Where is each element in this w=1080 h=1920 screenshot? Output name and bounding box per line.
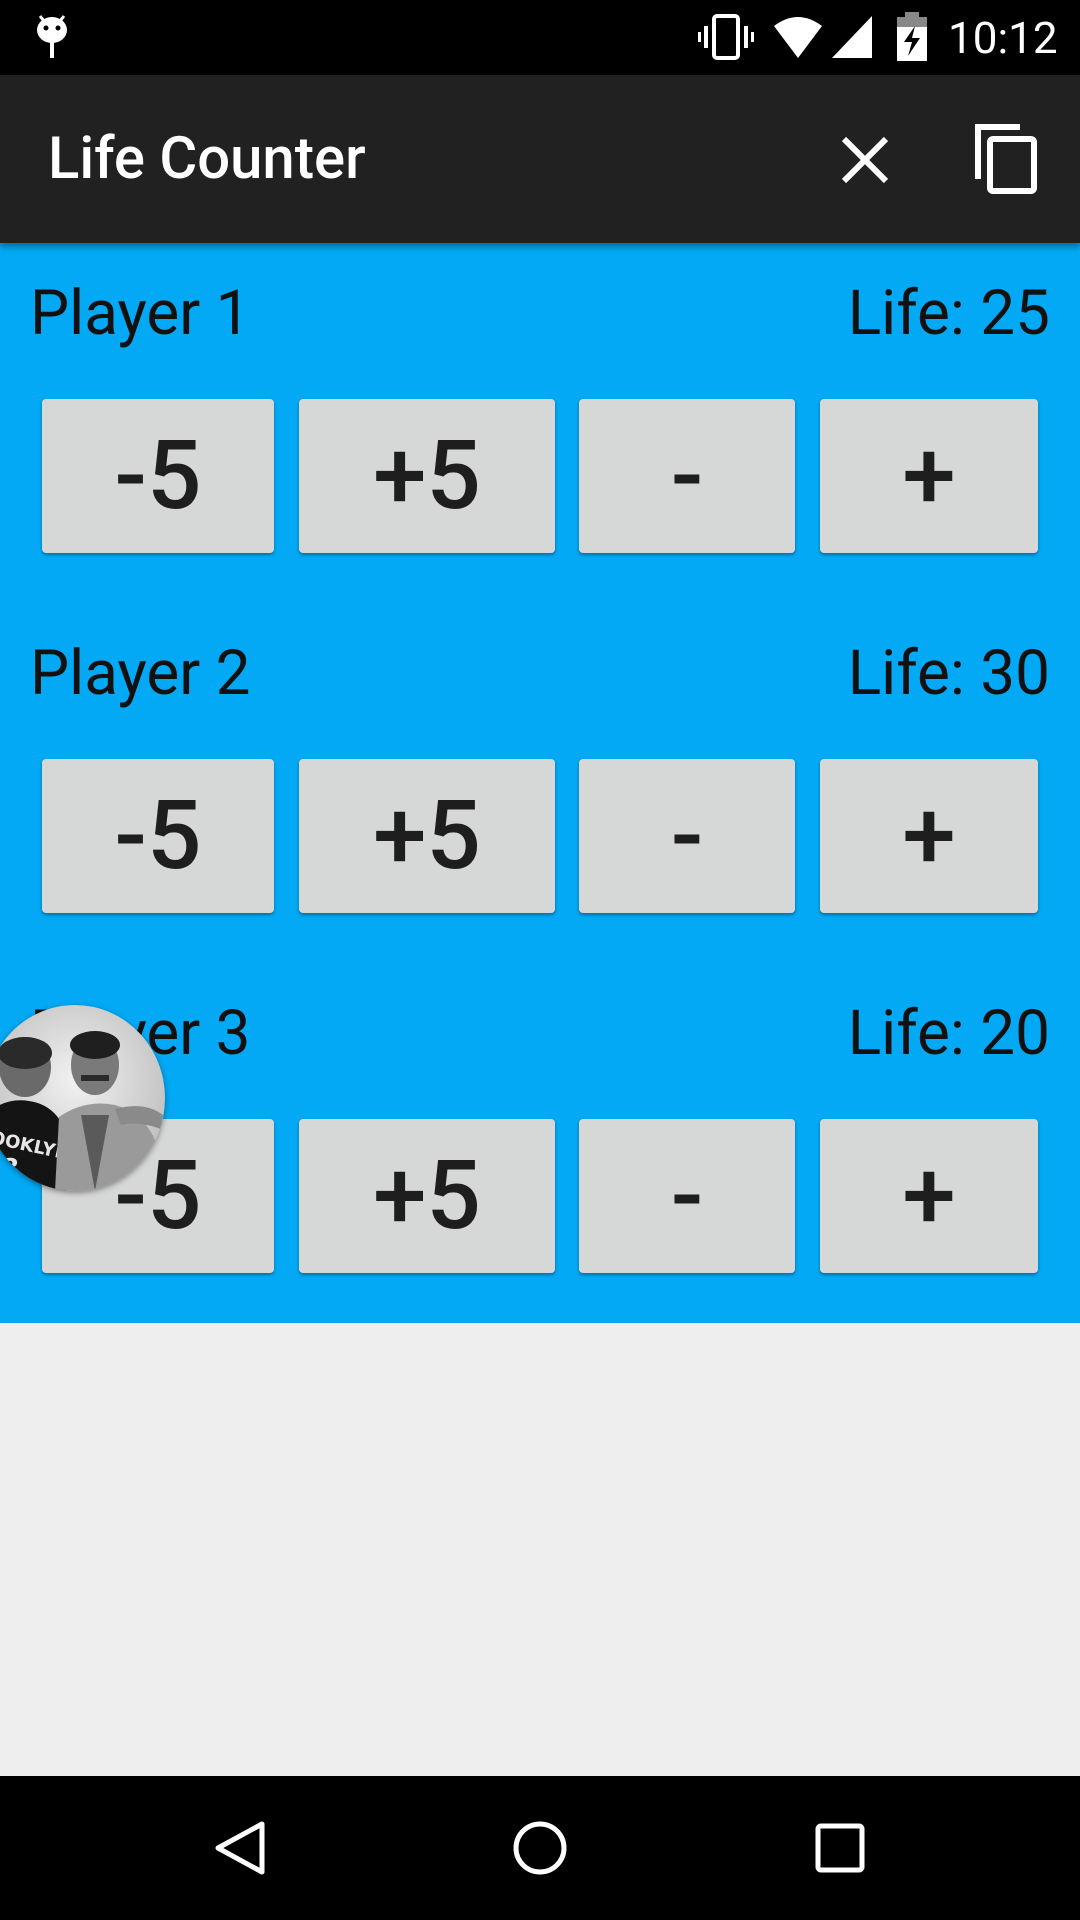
- player-row: Player 2 Life: 30 -5 +5 - +: [0, 603, 1080, 963]
- recents-icon: [815, 1823, 865, 1873]
- minus-five-button[interactable]: -5: [42, 399, 274, 553]
- status-bar: 10:12: [0, 0, 1080, 75]
- signal-icon: [830, 14, 874, 64]
- back-icon: [215, 1821, 265, 1875]
- plus-five-button[interactable]: +5: [299, 1119, 555, 1273]
- vibrate-icon: [698, 12, 754, 66]
- close-button[interactable]: [830, 125, 900, 195]
- player-row: Player 3 Life: 20 -5 +5 - +: [0, 963, 1080, 1323]
- player-life: Life: 25: [847, 277, 1050, 350]
- copy-icon: [975, 124, 1037, 194]
- plus-five-button[interactable]: +5: [299, 759, 555, 913]
- minus-one-button[interactable]: -: [579, 759, 795, 913]
- player-name: Player 1: [30, 277, 251, 350]
- copy-button[interactable]: [968, 119, 1048, 199]
- plus-five-button[interactable]: +5: [299, 399, 555, 553]
- navigation-bar: [0, 1776, 1080, 1920]
- plus-one-button[interactable]: +: [820, 1119, 1038, 1273]
- player-row: Player 1 Life: 25 -5 +5 - +: [0, 243, 1080, 603]
- recents-button[interactable]: [812, 1820, 868, 1880]
- minus-five-button[interactable]: -5: [42, 759, 274, 913]
- players-panel: Player 1 Life: 25 -5 +5 - + Player 2 Lif…: [0, 243, 1080, 1323]
- app-title: Life Counter: [48, 125, 366, 193]
- minus-one-button[interactable]: -: [579, 1119, 795, 1273]
- close-icon: [841, 136, 889, 184]
- app-bar: Life Counter: [0, 75, 1080, 243]
- plus-one-button[interactable]: +: [820, 399, 1038, 553]
- home-button[interactable]: [510, 1818, 570, 1882]
- battery-charging-icon: [895, 12, 929, 66]
- plus-one-button[interactable]: +: [820, 759, 1038, 913]
- home-icon: [513, 1821, 567, 1875]
- wifi-icon: [772, 14, 824, 64]
- player-life: Life: 20: [847, 997, 1050, 1070]
- player-life: Life: 30: [847, 637, 1050, 710]
- android-notification-icon: [32, 12, 72, 66]
- player-name: Player 2: [30, 637, 251, 710]
- minus-one-button[interactable]: -: [579, 399, 795, 553]
- status-clock: 10:12: [948, 12, 1058, 64]
- back-button[interactable]: [210, 1818, 270, 1882]
